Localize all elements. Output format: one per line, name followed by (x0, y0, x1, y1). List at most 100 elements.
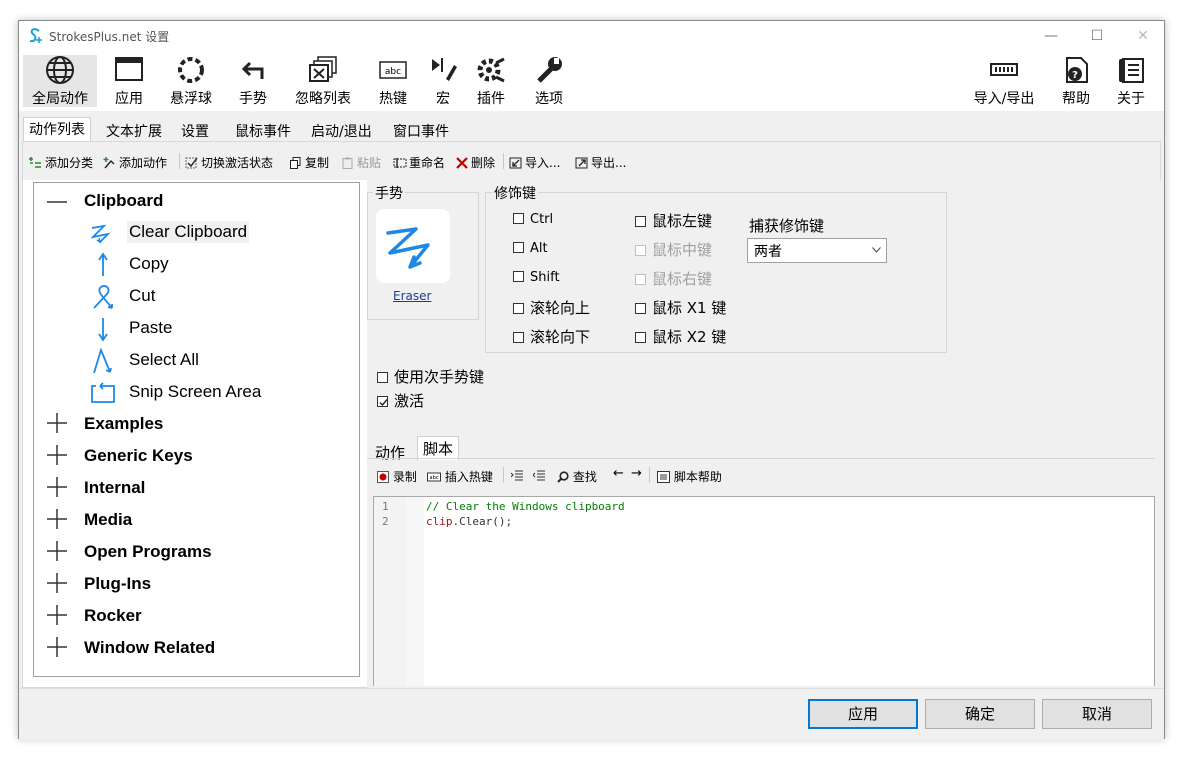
tree-item-snip-screen-area[interactable]: Snip Screen Area (129, 382, 261, 402)
tree-item-cut[interactable]: Cut (129, 286, 155, 306)
left-button-checkbox[interactable]: 鼠标左键 (635, 210, 712, 231)
toolbar-label: 选项 (535, 91, 563, 107)
capture-modifier-select[interactable]: 两者 (747, 238, 887, 263)
delete-button[interactable]: 删除 (455, 154, 495, 171)
toolbar-application[interactable]: 应用 (107, 55, 151, 107)
wheel-up-checkbox[interactable]: 滚轮向上 (513, 297, 590, 318)
expand-icon[interactable] (46, 604, 68, 626)
insert-hotkey-button[interactable]: abc 插入热键 (427, 468, 493, 485)
toolbar-hover-ball[interactable]: 悬浮球 (163, 55, 219, 107)
import-button[interactable]: 导入... (509, 154, 560, 171)
maximize-button[interactable]: ☐ (1074, 21, 1120, 51)
add-action-button[interactable]: 添加动作 (103, 154, 167, 171)
tree-category-generic-keys[interactable]: Generic Keys (84, 446, 193, 466)
tree-category-window-related[interactable]: Window Related (84, 638, 215, 658)
forward-arrow-icon[interactable]: → (631, 466, 642, 481)
svg-text:abc: abc (430, 475, 439, 481)
expand-icon[interactable] (46, 508, 68, 530)
tree-category-examples[interactable]: Examples (84, 414, 163, 434)
chevron-down-icon (872, 247, 881, 253)
secondary-gesture-checkbox[interactable]: 使用次手势键 (377, 366, 484, 387)
expand-icon[interactable] (46, 572, 68, 594)
toolbar-macros[interactable]: 宏 (425, 55, 461, 107)
plugin-icon (477, 57, 505, 83)
tab-action-list[interactable]: 动作列表 (23, 117, 91, 142)
toolbar-gestures[interactable]: 手势 (231, 55, 275, 107)
about-icon (1119, 58, 1144, 83)
toolbar-global-actions[interactable]: 全局动作 (23, 55, 97, 107)
middle-button-checkbox[interactable]: 鼠标中键 (635, 239, 712, 260)
action-tree: Clipboard Clear Clipboard Copy Cut Paste… (33, 182, 360, 677)
tab-window-events[interactable]: 窗口事件 (387, 119, 455, 141)
tree-item-paste[interactable]: Paste (129, 318, 172, 338)
import-export-icon (990, 63, 1018, 76)
apply-button[interactable]: 应用 (808, 699, 918, 729)
toolbar-help[interactable]: ? 帮助 (1057, 55, 1095, 107)
add-category-button[interactable]: 添加分类 (29, 154, 93, 171)
tree-item-select-all[interactable]: Select All (129, 350, 199, 370)
toolbar-plugins[interactable]: 插件 (471, 55, 511, 107)
tab-text-expansion[interactable]: 文本扩展 (100, 119, 168, 141)
wheel-down-checkbox[interactable]: 滚轮向下 (513, 326, 590, 347)
cancel-button[interactable]: 取消 (1042, 699, 1152, 729)
paste-icon (342, 157, 353, 169)
tree-category-plug-ins[interactable]: Plug-Ins (84, 574, 151, 594)
tree-item-copy[interactable]: Copy (129, 254, 169, 274)
export-button[interactable]: 导出... (575, 154, 626, 171)
tab-settings[interactable]: 设置 (175, 119, 215, 141)
gesture-name-link[interactable]: Eraser (393, 289, 431, 303)
hotkey-icon: abc (379, 61, 407, 79)
back-arrow-icon[interactable]: ← (613, 466, 624, 481)
application-window-icon (115, 57, 143, 81)
tree-category-media[interactable]: Media (84, 510, 132, 530)
search-icon (557, 471, 569, 483)
paste-button[interactable]: 粘贴 (341, 154, 381, 171)
active-checkbox[interactable]: 激活 (377, 390, 424, 411)
tree-category-clipboard[interactable]: Clipboard (84, 191, 163, 211)
expand-icon[interactable] (46, 444, 68, 466)
expand-icon[interactable] (46, 636, 68, 658)
script-editor[interactable]: 1 2 // Clear the Windows clipboard clip.… (373, 496, 1155, 686)
expand-icon[interactable] (46, 540, 68, 562)
hover-ball-icon (178, 57, 204, 83)
line-number: 2 (382, 515, 389, 528)
toolbar-hotkeys[interactable]: abc 热键 (371, 55, 415, 107)
right-button-checkbox[interactable]: 鼠标右键 (635, 268, 712, 289)
minimize-button[interactable]: — (1028, 21, 1074, 51)
tab-startup-exit[interactable]: 启动/退出 (305, 119, 378, 141)
shift-checkbox[interactable]: Shift (513, 270, 560, 285)
x1-button-checkbox[interactable]: 鼠标 X1 键 (635, 297, 726, 318)
ctrl-checkbox[interactable]: Ctrl (513, 212, 553, 227)
close-button[interactable]: ✕ (1120, 21, 1166, 51)
tab-mouse-events[interactable]: 鼠标事件 (229, 119, 297, 141)
tree-category-open-programs[interactable]: Open Programs (84, 542, 212, 562)
toggle-active-button[interactable]: 切换激活状态 (185, 154, 273, 171)
script-help-button[interactable]: 脚本帮助 (657, 468, 722, 485)
rename-button[interactable]: 重命名 (393, 154, 445, 171)
alt-checkbox[interactable]: Alt (513, 241, 548, 256)
find-button[interactable]: 查找 (557, 468, 597, 485)
toolbar-label: 插件 (477, 91, 505, 107)
copy-button[interactable]: 复制 (289, 154, 329, 171)
x2-button-checkbox[interactable]: 鼠标 X2 键 (635, 326, 726, 347)
indent-icon[interactable] (511, 469, 523, 481)
macro-icon (432, 58, 457, 81)
expand-icon[interactable] (46, 412, 68, 434)
ok-button[interactable]: 确定 (925, 699, 1035, 729)
record-button[interactable]: 录制 (377, 468, 417, 485)
toolbar-about[interactable]: 关于 (1111, 55, 1151, 107)
toolbar-ignore-list[interactable]: 忽略列表 (287, 55, 359, 107)
expand-icon[interactable] (46, 476, 68, 498)
collapse-icon[interactable] (46, 191, 68, 213)
editor-toolbar: 录制 abc 插入热键 查找 ← → 脚本帮助 (367, 460, 1161, 490)
settings-window: StrokesPlus.net 设置 — ☐ ✕ 全局动作 应用 悬浮球 手势 … (18, 20, 1166, 740)
toolbar-options[interactable]: 选项 (527, 55, 571, 107)
tree-category-internal[interactable]: Internal (84, 478, 145, 498)
outdent-icon[interactable] (533, 469, 545, 481)
gesture-preview[interactable] (376, 209, 450, 283)
action-list-panel: 添加分类 添加动作 切换激活状态 复制 粘贴 重命名 删除 导入... 导出..… (22, 141, 1161, 688)
separator (179, 153, 180, 169)
tree-category-rocker[interactable]: Rocker (84, 606, 142, 626)
tree-item-clear-clipboard[interactable]: Clear Clipboard (127, 221, 250, 243)
toolbar-import-export[interactable]: 导入/导出 (967, 55, 1041, 107)
